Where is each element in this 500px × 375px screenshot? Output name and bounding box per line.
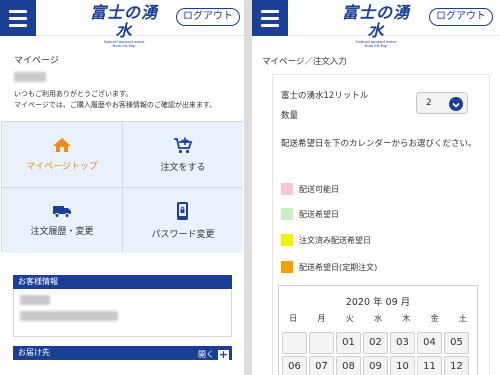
mypage-menu-grid: マイページトップ 注文をする 注文履歴・変更 パスワード変更: [1, 121, 243, 253]
weekday-label: 金: [430, 314, 439, 323]
product-name: 富士の湧水12リットル: [281, 91, 369, 101]
tile-mypage-top[interactable]: マイページトップ: [2, 122, 122, 187]
open-label: 開く: [198, 350, 214, 359]
calendar-day-empty: [282, 332, 307, 354]
calendar-day[interactable]: 09: [363, 356, 388, 375]
logout-button[interactable]: ログアウト: [429, 8, 493, 26]
legend-swatch: [281, 208, 293, 220]
delivery-title: お届け先: [18, 348, 50, 357]
logo-subtitle-2: from Mt.Fuji: [364, 44, 388, 49]
tile-label: マイページトップ: [26, 162, 98, 172]
phone-lock-icon: [177, 202, 188, 220]
calendar-day[interactable]: 02: [363, 332, 388, 354]
plus-icon: +: [218, 347, 229, 361]
chevron-down-icon: [449, 97, 463, 111]
screen: 富士の湧水 Natural mineral water from Mt.Fuji…: [0, 0, 500, 375]
calendar-day[interactable]: 11: [417, 356, 442, 375]
logout-button[interactable]: ログアウト: [176, 8, 240, 26]
tile-label: 注文履歴・変更: [30, 227, 94, 237]
quantity-label: 数量: [281, 111, 299, 121]
menu-bar: [261, 9, 279, 13]
legend-swatch: [281, 183, 293, 195]
calendar-weekdays: 日 月 火 水 木 金 土: [279, 313, 477, 324]
calendar-day[interactable]: 01: [336, 332, 361, 354]
delivery-open-toggle[interactable]: 開く +: [198, 348, 229, 362]
legend-swatch: [281, 261, 293, 273]
delivery-section: お届け先 開く +: [13, 346, 232, 362]
legend-ordered: 注文済み配送希望日: [281, 234, 371, 246]
weekday-label: 木: [402, 314, 411, 323]
customer-info-title: お客様情報: [13, 275, 232, 289]
redacted-address: [20, 311, 118, 321]
weekday-label: 日: [289, 314, 298, 323]
brand-logo[interactable]: 富士の湧水 Natural mineral water from Mt.Fuji: [336, 4, 416, 49]
calendar-day[interactable]: 04: [417, 332, 442, 354]
welcome-description: マイページでは、ご購入履歴やお客様情報のご確認が出来ます。: [14, 101, 217, 109]
calendar-month-title: 2020 年 09 月: [345, 297, 411, 308]
calendar-day[interactable]: 08: [336, 356, 361, 375]
legend-swatch: [281, 234, 293, 246]
truck-icon: [53, 206, 71, 218]
order-panel: 富士の湧水 Natural mineral water from Mt.Fuji…: [252, 0, 500, 375]
logo-text: 富士の湧水: [341, 3, 410, 40]
brand-logo[interactable]: 富士の湧水 Natural mineral water from Mt.Fuji: [84, 4, 164, 49]
menu-bar: [261, 23, 279, 27]
calendar-day[interactable]: 06: [282, 356, 307, 375]
tile-order[interactable]: 注文をする: [123, 122, 243, 187]
legend-subscription: 配送希望日(定期注文): [281, 261, 377, 273]
weekday-label: 月: [317, 314, 326, 323]
menu-bar: [9, 9, 27, 13]
calendar-day-empty: [309, 332, 334, 354]
delivery-header[interactable]: お届け先 開く +: [13, 346, 232, 362]
logo-text: 富士の湧水: [89, 3, 158, 40]
legend-requested: 配送希望日: [281, 208, 339, 220]
customer-info-section: お客様情報: [13, 275, 232, 337]
cart-icon: [174, 137, 193, 153]
page-title: マイページ: [14, 56, 59, 66]
welcome-message: いつもご利用ありがとうございます。: [14, 90, 133, 98]
delivery-calendar: 2020 年 09 月 日 月 火 水 木 金 土 01 02 03 04 05…: [278, 285, 478, 375]
legend-available: 配送可能日: [281, 183, 339, 195]
redacted-username: [14, 72, 46, 82]
legend-label: 注文済み配送希望日: [299, 235, 371, 245]
calendar-day[interactable]: 07: [309, 356, 334, 375]
header: 富士の湧水 Natural mineral water from Mt.Fuji…: [252, 0, 500, 48]
weekday-label: 火: [345, 314, 354, 323]
legend-label: 配送希望日: [299, 209, 339, 219]
legend-label: 配送希望日(定期注文): [299, 262, 378, 272]
weekday-label: 土: [458, 314, 467, 323]
tile-order-history[interactable]: 注文履歴・変更: [2, 188, 122, 253]
redacted-name: [20, 295, 50, 305]
menu-bar: [9, 23, 27, 27]
hamburger-menu-button[interactable]: [0, 0, 36, 36]
logo-subtitle-2: from Mt.Fuji: [112, 44, 136, 49]
customer-info-body: [13, 289, 232, 337]
header: 富士の湧水 Natural mineral water from Mt.Fuji…: [0, 0, 244, 48]
calendar-day[interactable]: 03: [390, 332, 415, 354]
tile-label: 注文をする: [160, 162, 206, 173]
mypage-panel: 富士の湧水 Natural mineral water from Mt.Fuji…: [0, 0, 244, 375]
quantity-value: 2: [426, 98, 432, 108]
hamburger-menu-button[interactable]: [252, 0, 288, 36]
delivery-date-instruction: 配送希望日を下のカレンダーからお選びください。: [281, 139, 477, 149]
calendar-day[interactable]: 05: [444, 332, 469, 354]
tile-label: パスワード変更: [151, 230, 215, 240]
calendar-day[interactable]: 12: [444, 356, 469, 375]
home-icon: [53, 138, 71, 152]
menu-bar: [9, 16, 27, 20]
breadcrumb: マイページ／注文入力: [262, 57, 347, 67]
legend-label: 配送可能日: [299, 184, 339, 194]
calendar-days: 01 02 03 04 05 06 07 08 09 10 11 12: [282, 332, 477, 375]
tile-password-change[interactable]: パスワード変更: [123, 188, 243, 253]
order-form-card: 富士の湧水12リットル 数量 2 配送希望日を下のカレンダーからお選びください。…: [272, 74, 490, 375]
quantity-select[interactable]: 2: [416, 92, 468, 114]
calendar-day[interactable]: 10: [390, 356, 415, 375]
menu-bar: [261, 16, 279, 20]
weekday-label: 水: [373, 314, 382, 323]
